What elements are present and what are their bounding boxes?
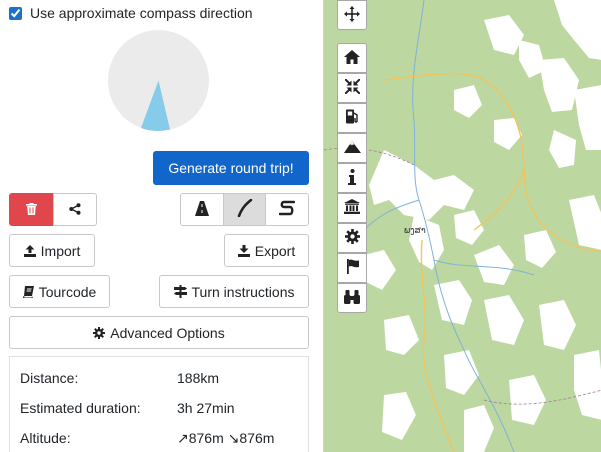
compass-direction-option[interactable]: Use approximate compass direction [9,5,253,21]
trash-icon [26,202,37,218]
signpost-icon [173,285,187,298]
fuel-stations-button[interactable] [337,103,367,133]
stat-value: 188km [177,370,220,386]
generate-round-trip-label: Generate round trip! [168,160,294,176]
compass-direction-label: Use approximate compass direction [30,5,253,21]
import-label: Import [40,242,81,259]
fuel-icon [345,109,359,127]
compass-direction-checkbox[interactable] [9,6,22,20]
stat-value: ↗876m ↘876m [177,430,275,446]
museums-button[interactable] [337,193,367,223]
info-points-button[interactable] [337,163,367,193]
upload-icon [23,244,36,257]
stat-label: Estimated duration: [20,400,141,416]
route-style-fast[interactable] [181,194,224,225]
import-button[interactable]: Import [9,234,95,267]
info-icon [348,168,356,188]
gear-icon [344,229,360,247]
tourcode-button[interactable]: Tourcode [9,275,110,308]
zoom-fit-button[interactable] [337,73,367,103]
town-label: ພງສາ [404,226,426,236]
download-icon [237,244,250,257]
museum-icon [344,199,360,217]
s-curve-icon [278,200,296,219]
route-style-selector [180,193,309,226]
book-icon [22,285,34,298]
flag-icon [346,259,359,277]
advanced-options-button[interactable]: Advanced Options [9,316,309,349]
mountain-passes-button[interactable] [337,133,367,163]
share-icon [69,202,81,218]
share-route-button[interactable] [53,193,97,226]
route-stats: Distance: 188km Estimated duration: 3h 2… [9,356,309,452]
gear-icon [93,326,106,339]
shrink-icon [343,78,361,97]
home-icon [344,49,360,67]
waypoint-flag-button[interactable] [337,253,367,283]
binoculars-icon [344,289,360,307]
home-button[interactable] [337,43,367,73]
tourcode-label: Tourcode [38,283,97,300]
move-icon [344,5,360,25]
stat-label: Distance: [20,370,79,386]
mountain-icon [343,140,361,156]
export-label: Export [254,242,296,259]
settings-button[interactable] [337,223,367,253]
advanced-options-label: Advanced Options [110,324,225,341]
route-panel: Use approximate compass direction Genera… [0,0,323,452]
move-map-button[interactable] [337,0,367,30]
route-style-curvy[interactable] [223,194,267,225]
turn-instructions-label: Turn instructions [191,283,295,300]
stat-value: 3h 27min [177,400,235,416]
generate-round-trip-button[interactable]: Generate round trip! [153,151,309,185]
stat-label: Altitude: [20,430,71,446]
curve-line-icon [237,198,253,220]
turn-instructions-button[interactable]: Turn instructions [159,275,309,308]
direction-pie[interactable] [108,30,209,131]
route-style-extra-curvy[interactable] [266,194,308,225]
delete-route-button[interactable] [9,193,54,226]
export-button[interactable]: Export [224,234,309,267]
road-icon [194,200,209,219]
viewpoints-button[interactable] [337,283,367,313]
map-view[interactable]: ພງສາ [323,0,601,452]
